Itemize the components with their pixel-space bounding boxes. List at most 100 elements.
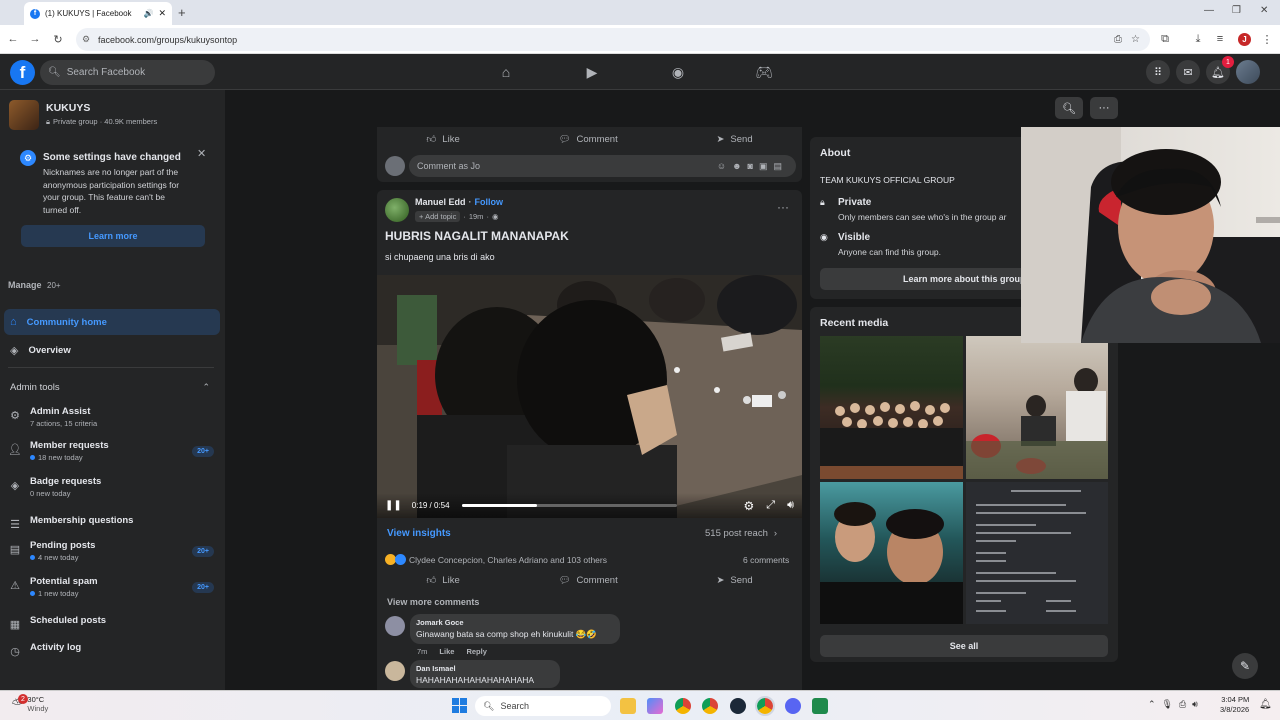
messenger-icon[interactable]: ✉ <box>1176 60 1200 84</box>
tab-close-icon[interactable]: ✕ <box>158 8 166 19</box>
fullscreen-icon[interactable]: ⤢ <box>766 499 775 512</box>
document-screenshot-image <box>976 490 1086 612</box>
media-thumbnail[interactable] <box>966 336 1108 479</box>
new-tab-button[interactable]: + <box>178 5 186 20</box>
see-all-media-button[interactable]: See all <box>820 635 1108 657</box>
sidebar-item-community-home[interactable]: ⌂ Community home <box>4 309 220 335</box>
like-button[interactable]: 👍︎ Like <box>426 574 459 587</box>
url-field[interactable]: ⚙ facebook.com/groups/kukuysontop ⎙ ☆ <box>76 28 1150 51</box>
sidebar-item-potential-spam[interactable]: ⚠ Potential spam 1 new today 20+ <box>8 576 218 598</box>
chrome-active-icon[interactable] <box>755 696 775 716</box>
sidebar-item-admin-assist[interactable]: ⚙ Admin Assist 7 actions, 15 criteria <box>8 406 218 428</box>
volume-icon[interactable]: 🔊︎ <box>787 499 794 512</box>
taskbar-search[interactable]: 🔍︎ Search <box>475 696 611 716</box>
extensions-icon[interactable]: ⧉ <box>1158 32 1172 46</box>
comment-tools-icons[interactable]: ☺☻◙▣▤ <box>717 161 788 172</box>
groups-icon[interactable]: ◉ <box>668 62 688 82</box>
start-button[interactable] <box>452 698 467 713</box>
manage-label: Manage <box>8 280 42 290</box>
back-icon[interactable]: ← <box>6 32 20 46</box>
new-message-button[interactable]: ✎ <box>1232 653 1258 679</box>
sidebar-item-pending-posts[interactable]: ▤ Pending posts 4 new today 20+ <box>8 540 218 562</box>
group-more-button[interactable]: ··· <box>1090 97 1118 119</box>
steam-icon[interactable] <box>730 698 746 714</box>
author-avatar[interactable] <box>385 198 409 222</box>
comments-count[interactable]: 6 comments <box>743 555 789 565</box>
app-icon[interactable] <box>812 698 828 714</box>
send-button[interactable]: ➤ Send <box>716 134 752 145</box>
comment-like-link[interactable]: Like <box>439 647 454 656</box>
post-time[interactable]: 19m <box>469 212 484 221</box>
comment-avatar[interactable] <box>385 661 405 681</box>
copilot-icon[interactable] <box>647 698 663 714</box>
facebook-logo-icon[interactable]: f <box>10 60 35 85</box>
home-icon[interactable]: ⌂ <box>496 62 516 82</box>
group-search-button[interactable]: 🔍︎ <box>1055 97 1083 119</box>
pause-icon[interactable]: ❚❚ <box>385 500 402 511</box>
sidebar-item-activity-log[interactable]: ◷ Activity log <box>8 642 218 658</box>
sidebar-item-scheduled-posts[interactable]: ▦ Scheduled posts <box>8 615 218 631</box>
maximize-button[interactable]: ❐ <box>1232 5 1241 16</box>
media-thumbnail[interactable] <box>820 482 963 624</box>
download-icon[interactable]: ⤓ <box>1191 32 1205 46</box>
admin-tools-heading[interactable]: Admin tools ⌃ <box>10 382 210 393</box>
video-player[interactable]: ❚❚ 0:19 / 0:54 ⚙ ⤢ 🔊︎ <box>377 275 802 518</box>
video-progress-bar[interactable] <box>461 504 677 507</box>
sidebar-item-overview[interactable]: ◈ Overview <box>10 344 71 357</box>
add-topic-button[interactable]: + Add topic <box>415 211 461 222</box>
view-more-comments-link[interactable]: View more comments <box>387 597 479 607</box>
chrome-profile-icon[interactable] <box>702 698 718 714</box>
notice-close-icon[interactable]: ✕ <box>197 147 206 160</box>
comment-button[interactable]: 💬︎ Comment <box>558 575 617 586</box>
bookmark-star-icon[interactable]: ☆ <box>1131 34 1140 45</box>
comment-avatar[interactable] <box>385 616 405 636</box>
send-button[interactable]: ➤ Send <box>716 575 752 586</box>
comment-button[interactable]: 💬︎ Comment <box>558 134 617 145</box>
menu-grid-icon[interactable]: ⠿ <box>1146 60 1170 84</box>
browser-tab[interactable]: f (1) KUKUYS | Facebook 🔊 ✕ <box>24 2 172 25</box>
sidebar-item-label: Badge requests <box>30 476 102 487</box>
account-avatar[interactable] <box>1236 60 1260 84</box>
profile-avatar[interactable]: J <box>1238 33 1251 46</box>
browser-menu-icon[interactable]: ⋮ <box>1260 32 1274 46</box>
view-insights-link[interactable]: View insights <box>387 528 451 539</box>
forward-icon[interactable]: → <box>28 32 42 46</box>
system-tray[interactable]: ⌃🎙︎⎙🔊︎ <box>1148 699 1204 710</box>
sidebar-item-member-requests[interactable]: 👤︎ Member requests 18 new today 20+ <box>8 440 218 462</box>
learn-more-button[interactable]: Learn more <box>21 225 205 247</box>
gaming-icon[interactable]: 🎮︎ <box>754 62 774 82</box>
group-avatar[interactable] <box>9 100 39 130</box>
search-input[interactable]: 🔍︎ Search Facebook <box>40 60 215 85</box>
author-name[interactable]: Manuel Edd <box>415 197 466 207</box>
post-reach[interactable]: 515 post reach › <box>705 528 777 539</box>
site-info-icon[interactable]: ⚙ <box>82 34 90 45</box>
sidebar-item-membership-questions[interactable]: ☰ Membership questions <box>8 515 218 531</box>
comment-input[interactable]: Comment as Jo ☺☻◙▣▤ <box>409 155 796 177</box>
install-icon[interactable]: ⎙ <box>1114 34 1122 45</box>
minimize-button[interactable]: — <box>1204 5 1214 16</box>
chrome-icon[interactable] <box>675 698 691 714</box>
comment-author[interactable]: Jomark Goce <box>416 618 614 627</box>
discord-icon[interactable] <box>785 698 801 714</box>
settings-gear-icon[interactable]: ⚙ <box>743 499 754 513</box>
notification-center-icon[interactable]: 🔔︎ <box>1259 699 1272 710</box>
reactions-row[interactable]: Clydee Concepcion, Charles Adriano and 1… <box>385 554 607 565</box>
speaker-icon[interactable]: 🔊 <box>143 9 153 18</box>
follow-link[interactable]: Follow <box>475 197 504 207</box>
comment-reply-link[interactable]: Reply <box>466 647 486 656</box>
weather-widget[interactable]: ⛅︎ 2 30°C Windy <box>12 694 48 713</box>
group-name[interactable]: KUKUYS <box>46 102 90 114</box>
warning-icon: ⚠ <box>10 579 20 592</box>
media-control-icon[interactable]: ≡ <box>1213 32 1227 46</box>
file-explorer-icon[interactable] <box>620 698 636 714</box>
media-thumbnail[interactable] <box>820 336 963 479</box>
media-thumbnail[interactable] <box>966 482 1108 624</box>
clock[interactable]: 3:04 PM 3/8/2026 <box>1220 695 1249 715</box>
video-icon[interactable]: ▶ <box>582 62 602 82</box>
reload-icon[interactable]: ↻ <box>51 32 65 46</box>
like-button[interactable]: 👍︎ Like <box>426 133 459 146</box>
close-window-button[interactable]: ✕ <box>1260 5 1268 16</box>
comment-author[interactable]: Dan Ismael <box>416 664 554 673</box>
sidebar-item-badge-requests[interactable]: ◈ Badge requests 0 new today <box>8 476 218 498</box>
post-options-icon[interactable]: ··· <box>777 200 789 214</box>
